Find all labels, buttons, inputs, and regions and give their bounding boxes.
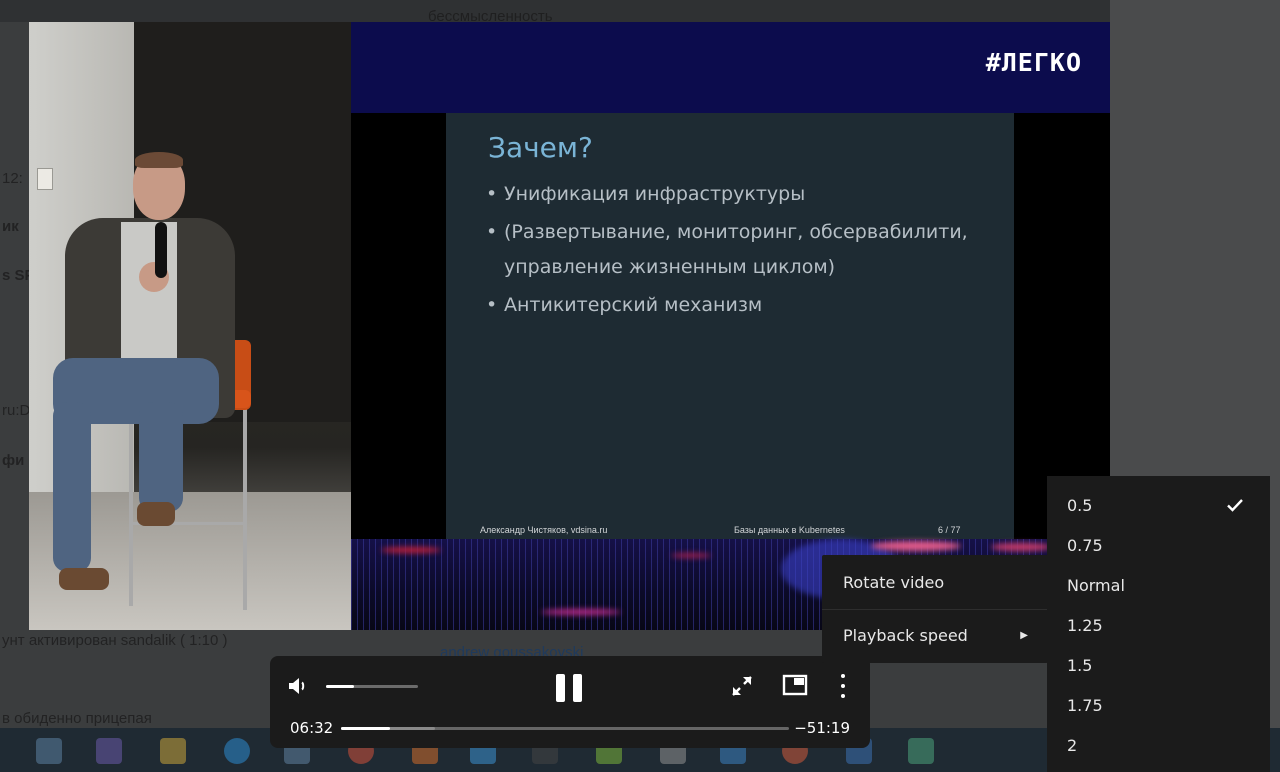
pause-button[interactable] xyxy=(556,674,582,702)
stool-leg xyxy=(243,406,247,610)
background-text: фи xyxy=(2,452,25,469)
volume-level xyxy=(326,685,354,688)
speed-option-1-75[interactable]: 1.75 xyxy=(1047,686,1270,726)
video-context-menu: Rotate video Playback speed ▶ xyxy=(822,555,1048,663)
slide-hashtag: #ЛЕГКО xyxy=(985,48,1082,77)
menu-item-label: Rotate video xyxy=(843,573,945,592)
background-text: 12: xyxy=(2,170,23,187)
slide-bullets: Унификация инфраструктуры (Развертывание… xyxy=(486,177,1006,326)
taskbar-skype-icon xyxy=(224,738,250,764)
taskbar-app-icon xyxy=(908,738,934,764)
background-text: унт активирован sandalik ( 1:10 ) xyxy=(2,632,228,649)
stool-leg xyxy=(129,406,133,606)
speed-option-label: Normal xyxy=(1067,576,1125,595)
speed-option-2[interactable]: 2 xyxy=(1047,726,1270,766)
spectrogram-band xyxy=(871,541,961,551)
speed-option-label: 1.25 xyxy=(1067,616,1103,635)
background-title-strip xyxy=(0,0,1280,22)
menu-item-rotate-video[interactable]: Rotate video xyxy=(822,557,1048,609)
pause-icon-bar xyxy=(573,674,582,702)
menu-item-playback-speed[interactable]: Playback speed ▶ xyxy=(822,609,1048,661)
speed-option-label: 2 xyxy=(1067,736,1078,755)
wall-switch xyxy=(37,168,53,190)
speaker-shoe xyxy=(59,568,109,590)
speaker-hair xyxy=(135,152,183,168)
volume-icon-svg xyxy=(289,678,305,694)
picture-in-picture-icon xyxy=(782,674,808,696)
speaker-shoe xyxy=(137,502,175,526)
slide-footer-page: 6 / 77 xyxy=(938,525,961,535)
speed-option-label: 0.5 xyxy=(1067,496,1093,515)
spectrogram-band xyxy=(541,609,621,615)
picture-in-picture-button[interactable] xyxy=(782,674,808,696)
slide-footer-talk: Базы данных в Kubernetes xyxy=(734,525,845,535)
speed-option-0-75[interactable]: 0.75 xyxy=(1047,526,1270,566)
speaker-shirt xyxy=(121,222,177,362)
slide-bullet: Антикитерский механизм xyxy=(486,288,1006,323)
speed-option-1-25[interactable]: 1.25 xyxy=(1047,606,1270,646)
microphone xyxy=(155,222,167,278)
spectrogram-band xyxy=(671,553,711,558)
more-vertical-icon-dot xyxy=(841,684,845,688)
seek-progress xyxy=(341,727,390,730)
slide-area: #ЛЕГКО Зачем? Унификация инфраструктуры … xyxy=(351,22,1110,630)
taskbar-app-icon xyxy=(96,738,122,764)
player-controls: 06:32 −51:19 xyxy=(270,656,870,748)
spectrogram-band xyxy=(991,543,1051,551)
taskbar-app-icon xyxy=(36,738,62,764)
speed-option-0-5[interactable]: 0.5 xyxy=(1047,486,1270,526)
check-icon xyxy=(1227,499,1243,512)
more-vertical-icon-dot xyxy=(841,694,845,698)
spectrogram-band xyxy=(381,547,441,553)
menu-item-label: Playback speed xyxy=(843,626,968,645)
background-text: в обиденно прицепая xyxy=(2,710,152,727)
slide-bullet: (Развертывание, мониторинг, обсервабилит… xyxy=(486,215,1006,285)
background-text: ru:D xyxy=(2,402,31,419)
more-options-button[interactable] xyxy=(838,673,848,699)
volume-icon[interactable] xyxy=(288,676,310,696)
speed-option-label: 0.75 xyxy=(1067,536,1103,555)
speed-option-1-5[interactable]: 1.5 xyxy=(1047,646,1270,686)
video-frame[interactable]: #ЛЕГКО Зачем? Унификация инфраструктуры … xyxy=(29,22,1110,630)
fullscreen-button[interactable] xyxy=(730,674,754,698)
remaining-time: −51:19 xyxy=(794,719,850,737)
pause-icon xyxy=(556,674,565,702)
slide-bullet: Унификация инфраструктуры xyxy=(486,177,1006,212)
slide-banner: #ЛЕГКО xyxy=(351,22,1110,113)
speed-option-label: 1.5 xyxy=(1067,656,1093,675)
chevron-right-icon: ▶ xyxy=(1020,630,1028,641)
taskbar-folder-icon xyxy=(160,738,186,764)
speed-option-normal[interactable]: Normal xyxy=(1047,566,1270,606)
camera-feed xyxy=(29,22,351,630)
speaker-leg xyxy=(53,402,91,572)
slide-title: Зачем? xyxy=(488,131,593,164)
more-vertical-icon xyxy=(841,674,845,678)
presentation-slide: Зачем? Унификация инфраструктуры (Развер… xyxy=(446,113,1014,541)
playback-speed-menu: 0.5 0.75 Normal 1.25 1.5 1.75 2 xyxy=(1047,476,1270,772)
fullscreen-icon xyxy=(732,676,752,696)
slide-footer: Александр Чистяков, vdsina.ru Базы данны… xyxy=(446,523,1014,539)
slide-footer-author: Александр Чистяков, vdsina.ru xyxy=(480,525,608,535)
background-text: ик xyxy=(2,218,19,235)
speaker-leg xyxy=(139,402,183,512)
current-time: 06:32 xyxy=(290,719,334,737)
speed-option-label: 1.75 xyxy=(1067,696,1103,715)
